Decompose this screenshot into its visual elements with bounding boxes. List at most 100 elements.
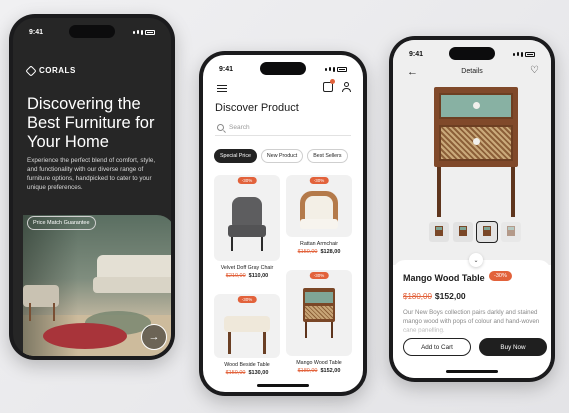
heart-icon[interactable]: ♡ bbox=[530, 65, 539, 76]
discount-badge: -30% bbox=[237, 177, 257, 184]
chip-special-price[interactable]: Special Price bbox=[214, 149, 257, 163]
hero-title: Discovering the Best Furniture for Your … bbox=[27, 95, 155, 151]
door-knob bbox=[473, 138, 480, 145]
signal-icon bbox=[333, 66, 335, 72]
bench-leg bbox=[228, 332, 231, 354]
product-prices: $150,00 $128,00 bbox=[286, 249, 352, 255]
product-name: Rattan Armchair bbox=[300, 241, 338, 247]
product-card[interactable]: -30% Velvet Doff Gray Chair $210,00 $110,… bbox=[214, 175, 280, 279]
chair-leg bbox=[29, 303, 31, 321]
chair-leg bbox=[53, 303, 55, 321]
chip-best-sellers[interactable]: Best Sellers bbox=[307, 149, 348, 163]
menu-icon[interactable] bbox=[217, 85, 227, 92]
product-name: Velvet Doff Gray Chair bbox=[220, 265, 274, 271]
logo-icon bbox=[25, 64, 37, 77]
dynamic-island bbox=[449, 47, 495, 60]
battery-icon bbox=[525, 51, 535, 57]
search-bar[interactable]: Search bbox=[215, 120, 351, 136]
bench-seat bbox=[224, 316, 270, 332]
product-image: -30% bbox=[214, 294, 280, 358]
thumb-cabinet bbox=[507, 226, 515, 236]
status-time: 9:41 bbox=[409, 50, 424, 58]
signal-icon bbox=[137, 30, 139, 34]
user-head bbox=[344, 82, 349, 87]
user-icon[interactable] bbox=[341, 82, 351, 92]
battery-icon bbox=[337, 66, 347, 72]
status-icons bbox=[133, 29, 155, 35]
thumb-cabinet bbox=[435, 226, 443, 236]
product-name: Mango Wood Table bbox=[296, 360, 342, 366]
cabinet-rattan bbox=[305, 306, 333, 319]
thumb-cabinet bbox=[459, 226, 467, 236]
product-name: Mango Wood Table bbox=[403, 273, 485, 283]
add-to-cart-button[interactable]: Add to Cart bbox=[403, 338, 471, 356]
cabinet-leg bbox=[305, 322, 307, 338]
price: $152,00 bbox=[434, 291, 466, 301]
onboarding-screen: 9:41 CORALS Discovering the Best Furnitu… bbox=[13, 18, 171, 356]
thumbnail[interactable] bbox=[453, 222, 473, 242]
chevron-down-icon[interactable]: ⌄ bbox=[469, 253, 483, 267]
price-match-pill[interactable]: Price Match Guarantee bbox=[27, 216, 96, 230]
signal-icon bbox=[517, 52, 519, 56]
next-arrow-button[interactable]: → bbox=[141, 324, 167, 350]
old-price: $180,00 bbox=[403, 292, 432, 301]
thumbnail-selected[interactable] bbox=[476, 221, 498, 243]
phone-onboarding: 9:41 CORALS Discovering the Best Furnitu… bbox=[9, 14, 175, 360]
thumbnail[interactable] bbox=[429, 222, 449, 242]
red-rug-shape bbox=[43, 323, 127, 349]
cart-notification-dot bbox=[330, 79, 335, 84]
product-image: -30% bbox=[286, 270, 352, 356]
cabinet-leg bbox=[437, 167, 441, 217]
cabinet-leg bbox=[511, 167, 515, 217]
chip-new-product[interactable]: New Product bbox=[260, 149, 304, 163]
buy-now-button[interactable]: Buy Now bbox=[479, 338, 547, 356]
signal-icon bbox=[513, 52, 515, 56]
bench-leg bbox=[263, 332, 266, 354]
phone-detail: 9:41 ← Details ♡ ⌄ Mango Wood Table -30%… bbox=[389, 36, 555, 382]
product-prices: $150,00 $130,00 bbox=[214, 370, 280, 376]
status-icons bbox=[513, 51, 535, 57]
description-fade bbox=[393, 325, 551, 337]
image-thumbnails bbox=[429, 221, 521, 243]
signal-icon bbox=[521, 51, 523, 57]
chair-leg bbox=[261, 237, 263, 251]
old-price: $180,00 bbox=[297, 368, 318, 374]
discount-badge: -30% bbox=[489, 271, 512, 281]
hero-description: Experience the perfect blend of comfort,… bbox=[27, 157, 156, 191]
brand-logo: CORALS bbox=[25, 64, 76, 77]
dynamic-island bbox=[260, 62, 306, 75]
product-name: Wood Beside Table bbox=[224, 362, 270, 368]
price: $110,00 bbox=[248, 273, 269, 279]
product-prices: $180,00 $152,00 bbox=[286, 368, 352, 374]
search-input[interactable]: Search bbox=[229, 124, 250, 131]
status-time: 9:41 bbox=[219, 65, 234, 73]
price: $130,00 bbox=[248, 370, 269, 376]
page-title: Details bbox=[461, 68, 483, 75]
chair-leg bbox=[231, 237, 233, 251]
home-indicator bbox=[446, 370, 498, 373]
discount-badge: -30% bbox=[237, 296, 257, 303]
catalog-screen: 9:41 Discover Product Search Special Pri… bbox=[203, 55, 363, 392]
product-image: -30% bbox=[214, 175, 280, 261]
product-image: -30% bbox=[286, 175, 352, 237]
thumbnail[interactable] bbox=[501, 222, 521, 242]
product-card[interactable]: -30% Wood Beside Table $150,00 $130,00 bbox=[214, 294, 280, 376]
battery-icon bbox=[145, 29, 155, 35]
product-prices: $210,00 $110,00 bbox=[214, 273, 280, 279]
price: $128,00 bbox=[320, 249, 341, 255]
page-title: Discover Product bbox=[215, 102, 299, 114]
thumb-cabinet bbox=[483, 226, 491, 236]
filter-chips: Special Price New Product Best Sellers bbox=[214, 149, 348, 163]
gray-chair-seat bbox=[228, 225, 266, 237]
home-indicator bbox=[257, 384, 309, 387]
showcase-background: 9:41 CORALS Discovering the Best Furnitu… bbox=[0, 0, 569, 413]
product-card[interactable]: -30% Rattan Armchair $150,00 $128,00 bbox=[286, 175, 352, 255]
cabinet-drawer bbox=[305, 292, 333, 303]
signal-icon bbox=[141, 29, 143, 35]
discount-badge: -30% bbox=[309, 177, 329, 184]
arrow-right-icon: → bbox=[148, 331, 160, 343]
search-icon bbox=[217, 124, 224, 131]
sofa-seat-shape bbox=[93, 277, 171, 293]
signal-icon bbox=[133, 30, 135, 34]
product-card[interactable]: -30% Mango Wood Table $180,00 $152,00 bbox=[286, 270, 352, 374]
